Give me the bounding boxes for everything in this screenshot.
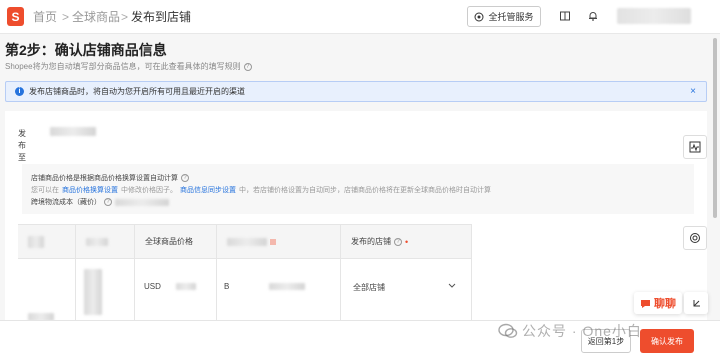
service-icon <box>474 12 484 21</box>
confirm-publish-button[interactable]: 确认发布 <box>640 329 694 353</box>
calc-line-2-mid1: 中修改价格因子。 <box>121 187 177 194</box>
calc-line-2: 您可以在 商品价格换算设置 中修改价格因子。 商品信息同步设置 中，若店铺价格设置为自动… <box>31 185 491 195</box>
header-redacted <box>227 237 267 246</box>
info-icon: i <box>15 87 24 96</box>
wechat-icon <box>498 323 518 338</box>
scrollbar[interactable] <box>713 38 717 218</box>
expand-icon <box>693 299 700 306</box>
table-header-shop: 发布的店铺 ? • <box>341 225 472 259</box>
publish-shop-header: 发布的店铺 <box>351 237 391 246</box>
shop-select-value: 全部店铺 <box>353 283 385 292</box>
watermark-text: 公众号 · One小白 <box>522 323 642 339</box>
price-calc-info: 店铺商品价格是根据商品价格换算设置自动计算 ? 您可以在 商品价格换算设置 中修改价… <box>22 164 694 214</box>
breadcrumb-current: 发布到店铺 <box>131 10 192 24</box>
account-avatar[interactable] <box>617 8 691 24</box>
calc-line-1-text: 店铺商品价格是根据商品价格换算设置自动计算 <box>31 175 178 182</box>
page-title: 第2步：确认店铺商品信息 <box>5 42 167 58</box>
cell-redacted <box>84 269 102 315</box>
pulse-icon <box>689 141 701 153</box>
breadcrumb-global-products[interactable]: 全球商品 <box>72 0 120 34</box>
chat-button[interactable]: 聊聊 <box>634 292 682 314</box>
calc-line-2-pre: 您可以在 <box>31 187 59 194</box>
logistics-cost-redacted <box>115 198 169 206</box>
activity-button[interactable] <box>683 135 707 159</box>
cell-redacted <box>269 283 305 290</box>
price-redacted <box>176 283 196 290</box>
required-marker <box>270 238 276 245</box>
chat-icon <box>641 299 650 308</box>
chevron-down-icon <box>448 283 456 288</box>
publish-label-line1: 发布 <box>18 129 26 150</box>
top-bar: S 首页 > 全球商品 > 发布到店铺 全托管服务 <box>0 0 720 34</box>
header-redacted <box>86 237 108 246</box>
publish-label-line2: 至 <box>18 153 26 162</box>
calc-line-2-mid2: 中，若店铺价格设置为自动同步，店铺商品价格将在更新全球商品价格时自动计算 <box>239 187 491 194</box>
watermark: 公众号 · One小白 <box>498 321 642 341</box>
help-icon[interactable]: ? <box>243 62 252 71</box>
header-redacted <box>28 235 44 248</box>
info-notice: i 发布店铺商品时，将自动为您开启所有可用且最近开启的渠道 × <box>5 81 707 102</box>
table-header-cell <box>18 225 76 259</box>
sync-settings-link[interactable]: 商品信息同步设置 <box>180 185 236 195</box>
table-header-cell <box>217 225 341 259</box>
shopee-logo[interactable]: S <box>7 7 24 26</box>
managed-service-button[interactable]: 全托管服务 <box>467 6 541 27</box>
bell-icon[interactable] <box>587 10 599 22</box>
page-subtitle-text: Shopee将为您自动填写部分商品信息，可在此查看具体的填写规则 <box>5 62 241 71</box>
managed-service-label: 全托管服务 <box>488 12 534 22</box>
calc-line-1: 店铺商品价格是根据商品价格换算设置自动计算 ? <box>31 173 189 183</box>
logistics-cost-label: 跨境物流成本（藏价） <box>31 199 101 206</box>
help-icon[interactable]: ? <box>104 198 112 206</box>
table-header-cell <box>76 225 135 259</box>
chat-expand-button[interactable] <box>684 292 708 314</box>
calc-line-3: 跨境物流成本（藏价） ? <box>31 197 169 207</box>
help-icon[interactable]: ? <box>394 237 402 246</box>
breadcrumb-separator: > <box>121 10 129 24</box>
breadcrumb-home[interactable]: 首页 <box>33 0 57 34</box>
cell-b-label: B <box>224 282 230 291</box>
book-icon[interactable] <box>559 10 571 22</box>
shop-name-redacted <box>50 127 96 136</box>
global-price-header: 全球商品价格 <box>145 237 193 246</box>
required-dot: • <box>405 236 409 247</box>
currency-label: USD <box>144 282 161 291</box>
help-icon[interactable]: ? <box>181 174 189 182</box>
page-subtitle: Shopee将为您自动填写部分商品信息，可在此查看具体的填写规则 ? <box>5 61 252 72</box>
breadcrumb-separator: > <box>62 10 70 24</box>
notice-text: 发布店铺商品时，将自动为您开启所有可用且最近开启的渠道 <box>29 87 245 96</box>
close-icon[interactable]: × <box>690 86 696 97</box>
price-conversion-settings-link[interactable]: 商品价格换算设置 <box>62 185 118 195</box>
headset-icon <box>690 233 700 243</box>
publish-to-label: 发布 至 <box>18 128 32 164</box>
table-header-global-price: 全球商品价格 <box>135 225 217 259</box>
support-button[interactable] <box>683 226 707 250</box>
chat-label: 聊聊 <box>654 298 676 310</box>
